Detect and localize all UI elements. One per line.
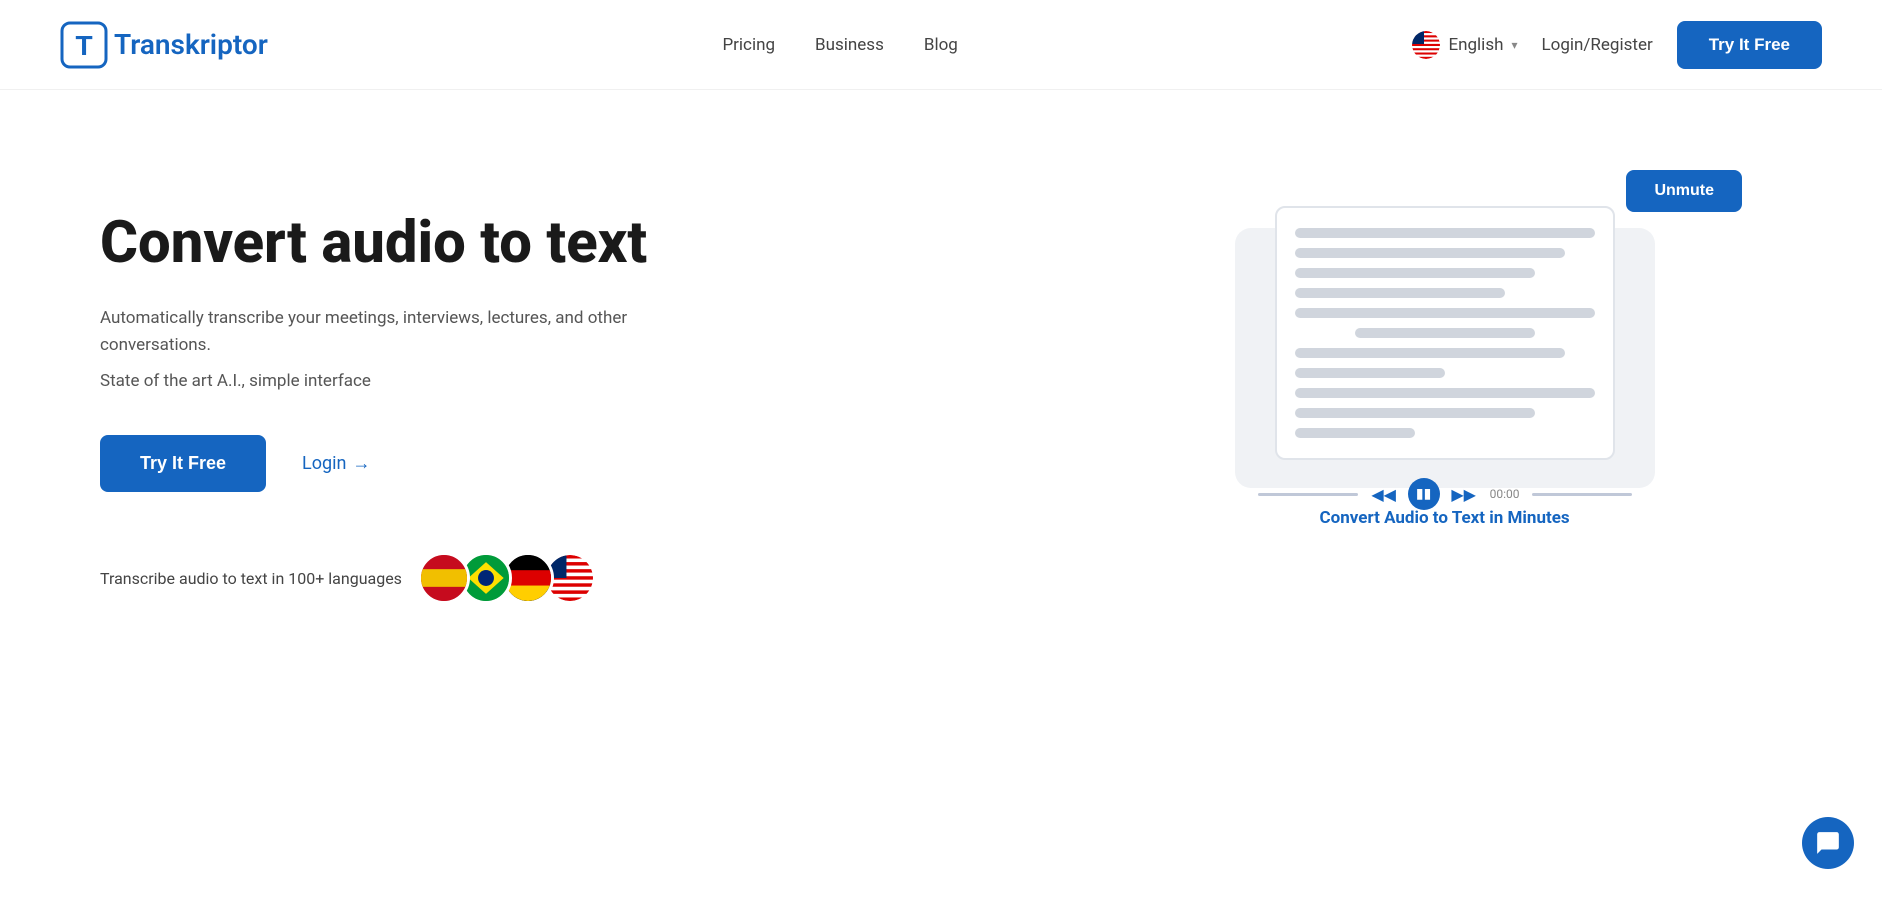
- flags-group: [418, 552, 596, 604]
- login-register-link[interactable]: Login/Register: [1542, 35, 1653, 55]
- transcript-lines: [1295, 228, 1595, 438]
- nav-pricing[interactable]: Pricing: [722, 35, 775, 55]
- logo-text: Transkriptor: [114, 28, 268, 61]
- text-line: [1295, 428, 1415, 438]
- nav-links: Pricing Business Blog: [722, 35, 957, 55]
- nav-business[interactable]: Business: [815, 35, 884, 55]
- svg-text:T: T: [75, 30, 92, 61]
- transcript-doc: [1275, 206, 1615, 460]
- chat-icon: [1815, 830, 1841, 856]
- unmute-button[interactable]: Unmute: [1626, 170, 1742, 212]
- flag-spain: [418, 552, 470, 604]
- text-line: [1295, 368, 1445, 378]
- us-flag-icon: [1412, 31, 1440, 59]
- fast-forward-button[interactable]: ▶▶: [1450, 480, 1478, 508]
- hero-languages: Transcribe audio to text in 100+ languag…: [100, 552, 1036, 604]
- hero-left: Convert audio to text Automatically tran…: [100, 170, 1036, 604]
- text-line: [1295, 388, 1595, 398]
- logo[interactable]: T Transkriptor: [60, 21, 268, 69]
- navbar-try-free-button[interactable]: Try It Free: [1677, 21, 1822, 69]
- navbar: T Transkriptor Pricing Business Blog: [0, 0, 1882, 90]
- hero-try-it-free-button[interactable]: Try It Free: [100, 435, 266, 492]
- chevron-down-icon: ▾: [1511, 38, 1517, 52]
- nav-blog[interactable]: Blog: [924, 35, 958, 55]
- player-progress-line-right: [1532, 493, 1632, 496]
- video-preview: ◀◀ ▮▮ ▶▶ 00:00: [1235, 228, 1655, 488]
- convert-text: Convert Audio to Text in Minutes: [1320, 508, 1570, 528]
- text-line: [1295, 248, 1565, 258]
- text-line: [1295, 268, 1535, 278]
- text-line: [1295, 308, 1595, 318]
- pause-button[interactable]: ▮▮: [1408, 478, 1440, 510]
- hero-subtitle2: State of the art A.I., simple interface: [100, 371, 1036, 391]
- player-controls[interactable]: ◀◀ ▮▮ ▶▶: [1370, 478, 1478, 510]
- hero-title: Convert audio to text: [100, 210, 1036, 277]
- player-progress-line: [1258, 493, 1358, 496]
- player-time: 00:00: [1490, 487, 1520, 501]
- player-bar: ◀◀ ▮▮ ▶▶ 00:00: [1258, 478, 1632, 510]
- hero-section: Convert audio to text Automatically tran…: [0, 90, 1882, 790]
- hero-login-link[interactable]: Login →: [302, 453, 370, 474]
- hero-subtitle1: Automatically transcribe your meetings, …: [100, 305, 660, 359]
- text-line: [1295, 288, 1505, 298]
- nav-actions: English ▾ Login/Register Try It Free: [1412, 21, 1822, 69]
- text-line: [1355, 328, 1535, 338]
- hero-right: Unmute: [1087, 170, 1802, 528]
- text-line: [1295, 228, 1595, 238]
- language-selector[interactable]: English ▾: [1412, 31, 1517, 59]
- hero-buttons: Try It Free Login →: [100, 435, 1036, 492]
- hero-lang-text: Transcribe audio to text in 100+ languag…: [100, 569, 402, 588]
- text-line: [1295, 408, 1535, 418]
- chat-bubble[interactable]: [1802, 817, 1854, 869]
- text-line: [1295, 348, 1565, 358]
- rewind-button[interactable]: ◀◀: [1370, 480, 1398, 508]
- language-label: English: [1448, 35, 1503, 55]
